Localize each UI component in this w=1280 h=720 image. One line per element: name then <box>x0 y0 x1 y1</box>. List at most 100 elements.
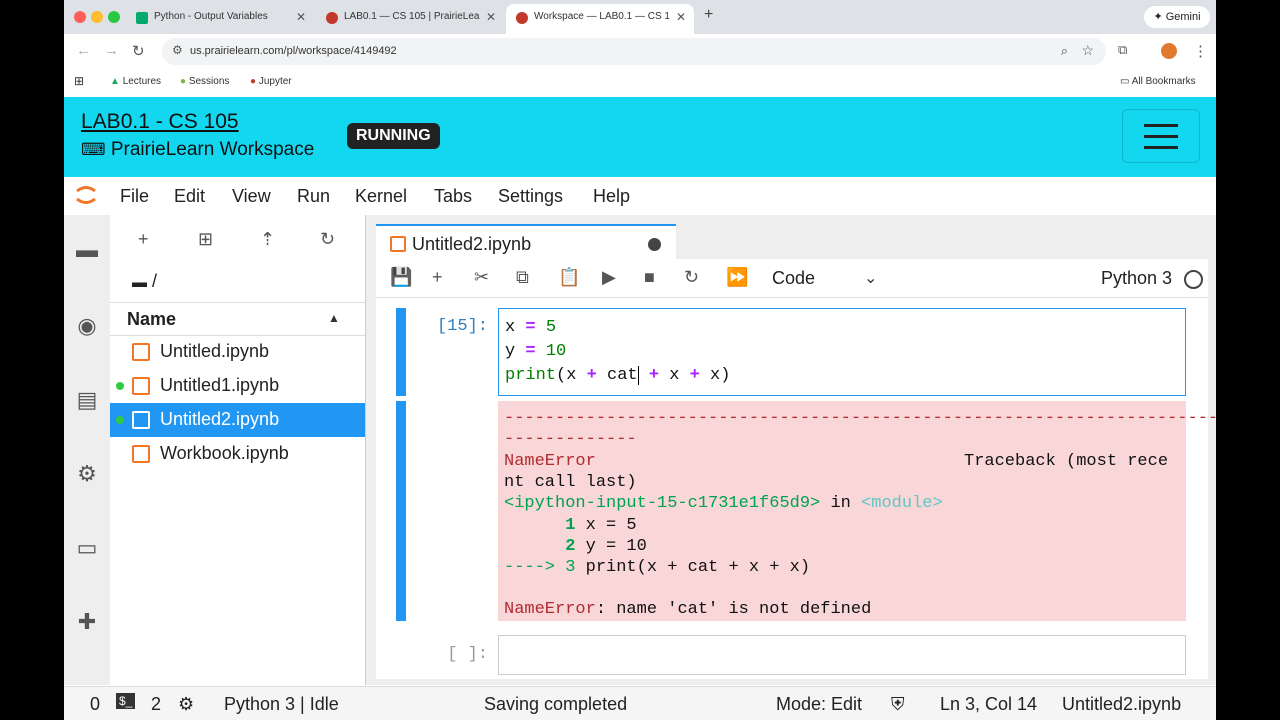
tabs-panel-icon[interactable]: ▭ <box>74 535 100 561</box>
jupyter-bookmark-icon: ● <box>250 76 257 87</box>
kernel-chip-icon[interactable]: ⚙ <box>178 694 194 715</box>
menu-edit[interactable]: Edit <box>174 186 205 207</box>
folder-icon[interactable]: ▬ <box>74 237 100 263</box>
menu-settings[interactable]: Settings <box>498 186 563 207</box>
extensions-icon[interactable]: ✚ <box>74 609 100 635</box>
run-icon[interactable]: ▶ <box>602 267 616 288</box>
file-item[interactable]: Workbook.ipynb <box>110 437 365 471</box>
breadcrumb[interactable]: ▬ / <box>132 271 157 292</box>
cell-output-collapser[interactable] <box>396 401 406 621</box>
code-line-3: print(x + cat + x + x) <box>505 366 731 385</box>
back-icon[interactable]: ← <box>76 42 91 59</box>
menu-run[interactable]: Run <box>297 186 330 207</box>
code-line-1: x = 5 <box>505 318 557 337</box>
all-bookmarks[interactable]: ▭ All Bookmarks <box>1120 76 1196 87</box>
tab-search-icon[interactable]: ⧉ <box>1118 42 1127 58</box>
restart-icon[interactable]: ↻ <box>684 267 699 288</box>
menu-file[interactable]: File <box>120 186 149 207</box>
close-tab-icon[interactable]: ✕ <box>296 4 306 30</box>
new-folder-icon[interactable]: ⊞ <box>198 229 213 250</box>
running-sessions-icon[interactable]: ◉ <box>74 313 100 339</box>
code-editor-empty[interactable] <box>498 635 1186 675</box>
insert-cell-icon[interactable]: + <box>432 267 443 288</box>
cut-icon[interactable]: ✂ <box>474 267 489 288</box>
cursor-position[interactable]: Ln 3, Col 14 <box>940 694 1037 715</box>
copy-icon[interactable]: ⧉ <box>516 267 529 288</box>
kernel-status-icon <box>1184 270 1203 289</box>
input-prompt: [15]: <box>436 317 488 336</box>
close-tab-icon[interactable]: ✕ <box>676 4 686 30</box>
new-tab-icon[interactable]: + <box>704 6 713 24</box>
forward-icon[interactable]: → <box>104 42 119 59</box>
gemini-icon: ✦ <box>1153 11 1163 23</box>
tab-untitled2[interactable]: Untitled2.ipynb <box>376 224 676 261</box>
reload-icon[interactable]: ↻ <box>132 42 145 60</box>
code-editor[interactable]: x = 5 y = 10 print(x + cat + x + x) <box>498 308 1186 396</box>
status-badge: RUNNING <box>347 123 440 149</box>
cell-type-select[interactable]: Code <box>772 268 815 289</box>
google-drive-icon: ▲ <box>110 76 120 87</box>
menu-view[interactable]: View <box>232 186 271 207</box>
command-palette-icon[interactable]: ▤ <box>74 387 100 413</box>
close-window-icon[interactable] <box>74 11 86 23</box>
workspace-title-link[interactable]: LAB0.1 - CS 105 <box>81 110 239 134</box>
apps-grid-icon[interactable]: ⊞ <box>74 74 84 88</box>
stop-icon[interactable]: ■ <box>644 267 655 288</box>
kernel-name[interactable]: Python 3 <box>1101 268 1172 289</box>
w3schools-icon <box>136 12 148 24</box>
menu-kernel[interactable]: Kernel <box>355 186 407 207</box>
bookmark-jupyter[interactable]: ● Jupyter <box>250 76 292 87</box>
close-tab-icon[interactable]: ✕ <box>486 4 496 30</box>
restart-run-all-icon[interactable]: ⏩ <box>726 267 748 288</box>
maximize-window-icon[interactable] <box>108 11 120 23</box>
prairielearn-icon <box>516 12 528 24</box>
browser-tab-prairielearn[interactable]: LAB0.1 — CS 105 | PrairieLearn ✕ <box>316 4 504 34</box>
error-output: ----------------------------------------… <box>498 401 1216 621</box>
url-field[interactable]: ⚙ us.prairielearn.com/pl/workspace/41494… <box>162 38 1106 65</box>
upload-icon[interactable]: ⇡ <box>260 229 275 250</box>
refresh-icon[interactable]: ↻ <box>320 229 335 250</box>
chevron-down-icon[interactable]: ⌄ <box>864 268 877 288</box>
browser-menu-icon[interactable]: ⋮ <box>1193 42 1208 60</box>
zoom-icon[interactable]: ⌕ <box>1061 43 1068 59</box>
paste-icon[interactable]: 📋 <box>558 267 580 288</box>
terminal-icon[interactable]: $_ <box>116 693 136 709</box>
folder-icon: ▭ <box>1120 76 1130 87</box>
left-sidebar-tabs: ▬ ◉ ▤ ⚙ ▭ ✚ <box>64 215 111 685</box>
profile-avatar[interactable] <box>1161 43 1177 59</box>
new-launcher-icon[interactable]: + <box>138 229 149 250</box>
file-item-selected[interactable]: Untitled2.ipynb <box>110 403 365 437</box>
site-info-icon[interactable]: ⚙ <box>172 43 183 57</box>
file-item[interactable]: Untitled1.ipynb <box>110 369 365 403</box>
kernel-status[interactable]: Python 3 | Idle <box>224 694 339 715</box>
unsaved-indicator-icon[interactable] <box>648 238 661 251</box>
trusted-icon[interactable]: ⛨ <box>891 694 905 715</box>
menu-help[interactable]: Help <box>593 186 630 207</box>
kernel-count[interactable]: 2 <box>151 694 161 715</box>
save-status: Saving completed <box>484 694 628 714</box>
browser-tab-output-variables[interactable]: Python - Output Variables ✕ <box>126 4 314 34</box>
bookmark-star-icon[interactable]: ☆ <box>1081 42 1094 59</box>
pear-icon: ● <box>180 76 187 87</box>
folder-icon: ▬ <box>132 274 147 291</box>
bookmark-sessions[interactable]: ● Sessions <box>180 76 229 87</box>
laptop-code-icon: ⌨ <box>81 140 106 159</box>
file-item[interactable]: Untitled.ipynb <box>110 335 365 369</box>
running-indicator <box>116 416 124 424</box>
save-icon[interactable]: 💾 <box>390 267 412 288</box>
menu-tabs[interactable]: Tabs <box>434 186 472 207</box>
gemini-button[interactable]: ✦ Gemini <box>1144 6 1210 28</box>
address-bar-row: ← → ↻ ⚙ us.prairielearn.com/pl/workspace… <box>64 34 1216 70</box>
main-dock-area: Untitled2.ipynb 💾 + ✂ ⧉ 📋 ▶ ■ ↻ ⏩ Code ⌄… <box>366 215 1216 685</box>
minimize-window-icon[interactable] <box>91 11 103 23</box>
jupyter-logo-icon <box>74 182 98 208</box>
notebook-icon <box>132 343 150 361</box>
bookmark-lectures[interactable]: ▲ Lectures <box>110 76 161 87</box>
jupyter-menubar: File Edit View Run Kernel Tabs Settings … <box>64 177 1216 216</box>
property-inspector-icon[interactable]: ⚙ <box>74 461 100 487</box>
terminal-count[interactable]: 0 <box>90 694 100 715</box>
name-column-header[interactable]: Name ▲ <box>110 302 365 336</box>
prairielearn-header: LAB0.1 - CS 105 ⌨ PrairieLearn Workspace… <box>64 97 1216 177</box>
navbar-toggle-button[interactable] <box>1122 109 1200 163</box>
browser-tab-workspace[interactable]: Workspace — LAB0.1 — CS 105 ✕ <box>506 4 694 34</box>
